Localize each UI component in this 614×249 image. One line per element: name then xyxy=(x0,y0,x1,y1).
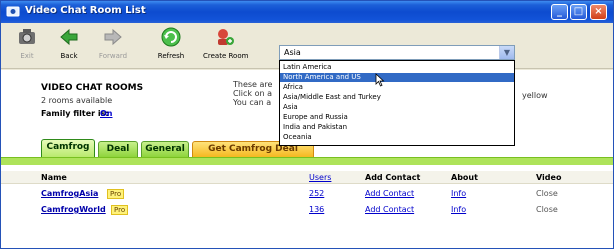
create-room-label: Create Room xyxy=(203,52,249,60)
close-button[interactable]: × xyxy=(590,4,607,20)
dropdown-option[interactable]: Europe and Russia xyxy=(280,113,514,122)
room-users-count[interactable]: 136 xyxy=(309,205,324,214)
page-title: VIDEO CHAT ROOMS xyxy=(41,83,144,93)
back-button[interactable]: Back xyxy=(47,26,91,64)
rooms-available-count: 2 rooms available xyxy=(41,96,113,105)
forward-arrow-icon xyxy=(104,28,122,46)
pro-badge: Pro xyxy=(107,189,125,199)
forward-label: Forward xyxy=(98,52,128,60)
column-header-users[interactable]: Users xyxy=(309,173,331,182)
minimize-button[interactable]: _ xyxy=(551,4,568,20)
exit-label: Exit xyxy=(20,52,34,60)
minimize-icon: _ xyxy=(557,6,562,17)
maximize-icon: □ xyxy=(573,6,584,17)
tab-deal[interactable]: Deal xyxy=(98,141,138,157)
room-video-status: Close xyxy=(536,205,558,214)
dropdown-option[interactable]: India and Pakistan xyxy=(280,123,514,132)
instruction-text-line: These are xyxy=(233,80,273,89)
column-header-about: About xyxy=(451,173,478,182)
dropdown-arrow-button[interactable]: ▼ xyxy=(499,46,514,59)
instruction-text-tail: yellow xyxy=(522,91,548,100)
title-bar[interactable]: Video Chat Room List _ □ × xyxy=(1,1,613,23)
forward-button[interactable]: Forward xyxy=(91,26,135,64)
pro-badge: Pro xyxy=(111,205,129,215)
column-header-add-contact: Add Contact xyxy=(365,173,421,182)
room-info-link[interactable]: Info xyxy=(451,205,466,214)
tab-camfrog[interactable]: Camfrog xyxy=(41,139,95,157)
camera-icon xyxy=(19,29,35,44)
table-row: CamfrogAsia Pro 252 Add Contact Info Clo… xyxy=(1,188,613,201)
room-table-header: Name Users Add Contact About Video xyxy=(1,171,613,184)
tab-general[interactable]: General xyxy=(141,141,189,157)
room-category-dropdown: Latin America North America and US Afric… xyxy=(279,60,515,146)
dropdown-option[interactable]: Asia xyxy=(280,103,514,112)
create-room-button[interactable]: Create Room xyxy=(203,26,249,64)
back-label: Back xyxy=(60,52,78,60)
dropdown-option[interactable]: Oceania xyxy=(280,133,514,142)
room-name-link[interactable]: CamfrogWorld xyxy=(41,205,106,214)
room-category-value: Asia xyxy=(284,48,301,57)
room-name-link[interactable]: CamfrogAsia xyxy=(41,189,98,198)
chevron-down-icon: ▼ xyxy=(503,48,511,57)
room-info-link[interactable]: Info xyxy=(451,189,466,198)
dropdown-option[interactable]: Latin America xyxy=(280,63,514,72)
refresh-button[interactable]: Refresh xyxy=(149,26,193,64)
refresh-label: Refresh xyxy=(157,52,185,60)
refresh-icon xyxy=(161,27,181,47)
dropdown-option[interactable]: Asia/Middle East and Turkey xyxy=(280,93,514,102)
maximize-button[interactable]: □ xyxy=(570,4,587,20)
chat-room-list-window: Video Chat Room List _ □ × Exit Back For… xyxy=(0,0,614,249)
close-icon: × xyxy=(594,6,603,17)
table-row: CamfrogWorld Pro 136 Add Contact Info Cl… xyxy=(1,204,613,217)
room-users-count[interactable]: 252 xyxy=(309,189,324,198)
family-filter-label: Family filter is: xyxy=(41,109,109,118)
room-video-status: Close xyxy=(536,189,558,198)
room-category-select[interactable]: Asia ▼ xyxy=(279,45,515,60)
family-filter-toggle[interactable]: On xyxy=(100,109,113,118)
add-contact-link[interactable]: Add Contact xyxy=(365,189,414,198)
window-title: Video Chat Room List xyxy=(25,5,146,16)
dropdown-option[interactable]: Africa xyxy=(280,83,514,92)
dropdown-option-selected[interactable]: North America and US xyxy=(280,73,514,82)
instruction-text-line: You can a xyxy=(233,98,272,107)
exit-button[interactable]: Exit xyxy=(5,26,49,64)
tab-strip xyxy=(1,157,613,165)
create-room-icon xyxy=(218,29,234,45)
instruction-text-line: Click on a xyxy=(233,89,273,98)
mouse-cursor-icon xyxy=(375,73,385,87)
column-header-name[interactable]: Name xyxy=(41,173,67,182)
column-header-video: Video xyxy=(536,173,562,182)
app-icon xyxy=(6,6,20,17)
back-arrow-icon xyxy=(60,28,78,46)
add-contact-link[interactable]: Add Contact xyxy=(365,205,414,214)
